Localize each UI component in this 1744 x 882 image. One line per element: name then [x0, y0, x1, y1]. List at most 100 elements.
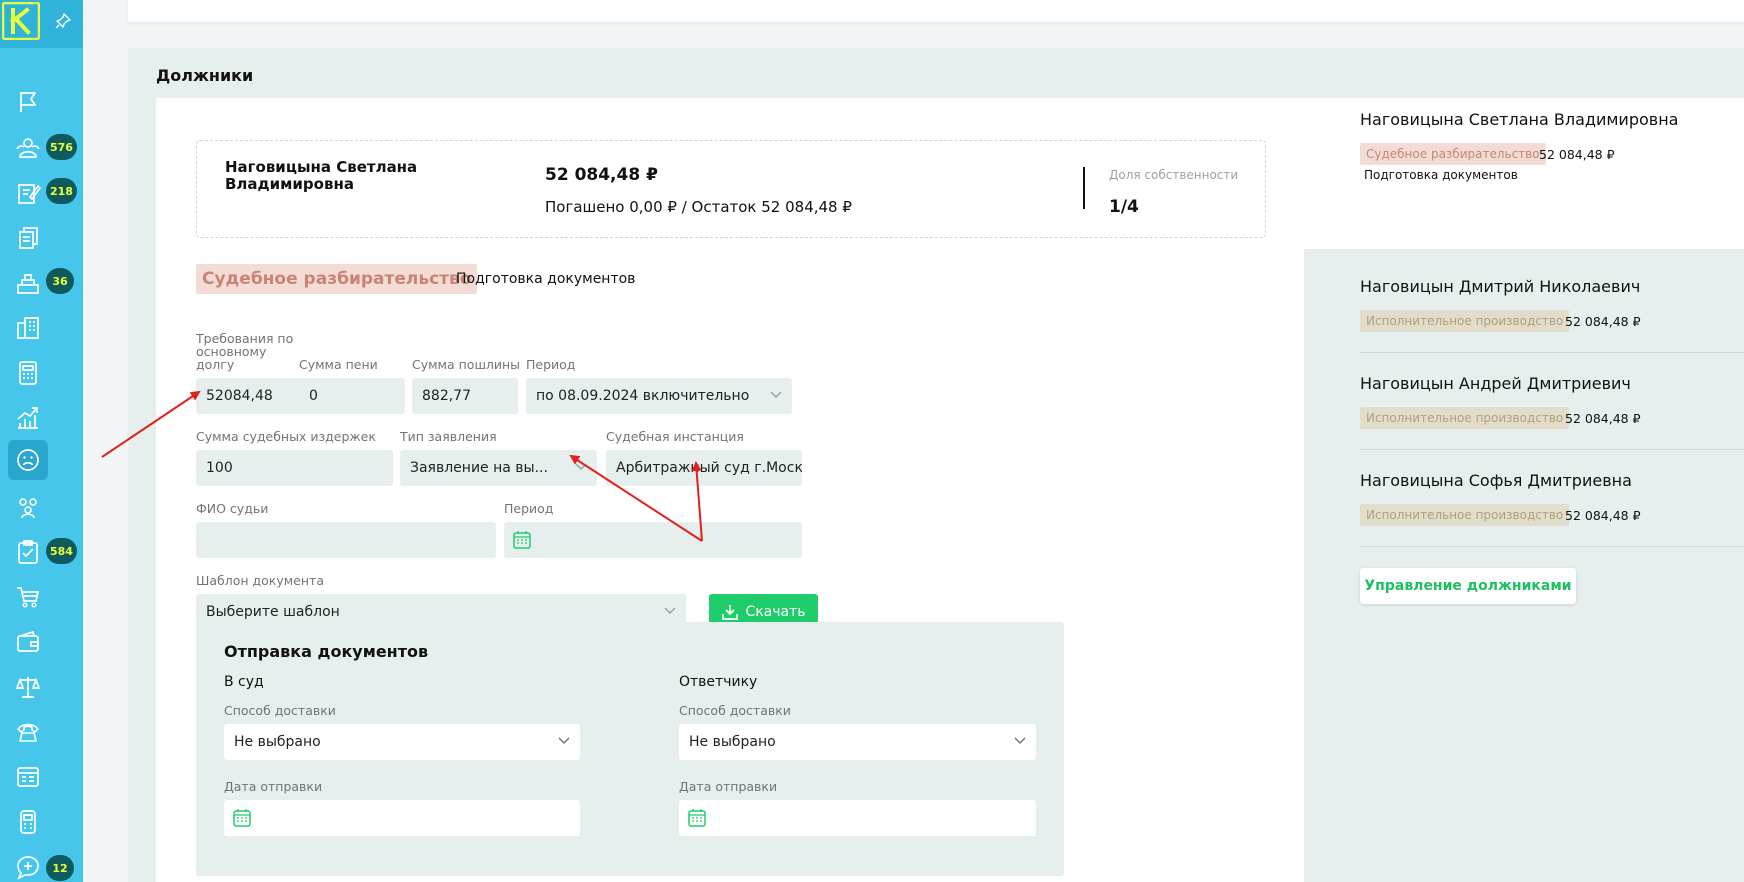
download-icon — [722, 605, 739, 620]
defendant-date-input[interactable] — [679, 800, 1036, 836]
calendar-icon[interactable] — [232, 808, 252, 828]
calendar-icon[interactable] — [512, 530, 532, 550]
sad-face-icon — [17, 449, 39, 471]
court-delivery-value: Не выбрано — [234, 734, 321, 750]
documents-icon — [19, 227, 38, 249]
debtor-list-name[interactable]: Наговицына Софья Дмитриевна — [1360, 471, 1632, 490]
defendant-column-title: Ответчику — [679, 674, 758, 690]
debtor-summary: Наговицына Светлана Владимировна 52 084,… — [196, 140, 1266, 238]
nav-calculator[interactable] — [8, 353, 48, 393]
judge-label: ФИО судьи — [196, 501, 269, 516]
period-label: Период — [526, 357, 576, 372]
debtor-list-tag: Судебное разбирательство — [1360, 143, 1546, 165]
period2-date-input[interactable] — [504, 522, 802, 558]
period-select[interactable]: по 08.09.2024 включительно — [526, 378, 792, 414]
sending-title: Отправка документов — [224, 642, 429, 661]
nav-building[interactable] — [8, 308, 48, 348]
badge-edit-document: 218 — [46, 178, 77, 204]
flag-icon — [20, 92, 36, 112]
claim-type-select[interactable]: Заявление на вы... — [400, 450, 597, 486]
defendant-delivery-select[interactable]: Не выбрано — [679, 724, 1036, 760]
building-icon — [17, 317, 39, 339]
court-date-input[interactable] — [224, 800, 580, 836]
chart-growth-icon — [17, 407, 38, 429]
debtor-list-sum: 52 084,48 ₽ — [1539, 147, 1615, 162]
debtor-list-tag: Исполнительное производство — [1360, 407, 1570, 429]
debtor-list-name[interactable]: Наговицын Андрей Дмитриевич — [1360, 374, 1631, 393]
penalty-input[interactable]: 0 — [299, 378, 405, 414]
download-button-label: Скачать — [745, 604, 806, 620]
court-date-label: Дата отправки — [224, 779, 323, 794]
badge-inbox-tray: 36 — [46, 268, 74, 294]
period2-label: Период — [504, 501, 554, 516]
edit-document-icon — [18, 184, 41, 204]
nav-chat-add[interactable] — [8, 847, 48, 882]
pin-icon[interactable] — [54, 12, 72, 30]
badge-users-group: 576 — [46, 134, 77, 160]
calculator-icon — [19, 361, 37, 385]
costs-input[interactable]: 100 — [196, 450, 393, 486]
nav-documents[interactable] — [8, 218, 48, 258]
top-card — [128, 0, 1744, 22]
nav-chart-growth[interactable] — [8, 398, 48, 438]
list-divider — [1360, 449, 1744, 450]
manage-debtors-button[interactable]: Управление должниками — [1360, 568, 1576, 604]
summary-divider — [1083, 167, 1085, 209]
fee-label: Сумма пошлины — [412, 357, 521, 372]
nav-edit-document[interactable] — [8, 173, 48, 213]
main-debt-input[interactable]: 52084,48 — [196, 378, 302, 414]
app-logo[interactable] — [2, 2, 40, 40]
nav-checklist[interactable] — [8, 532, 48, 572]
logo-area — [0, 0, 83, 48]
template-select-value: Выберите шаблон — [206, 604, 340, 620]
checklist-icon — [18, 540, 38, 564]
phone-icon — [17, 723, 39, 742]
list-divider — [1360, 352, 1744, 353]
period-select-value: по 08.09.2024 включительно — [536, 388, 750, 404]
chat-add-icon — [17, 856, 39, 880]
debtor-list-tag: Исполнительное производство — [1360, 504, 1570, 526]
costs-label: Сумма судебных издержек — [196, 429, 376, 444]
badge-chat-add: 12 — [46, 855, 74, 881]
court-delivery-select[interactable]: Не выбрано — [224, 724, 580, 760]
penalty-label: Сумма пени — [299, 357, 378, 372]
nav-users-group[interactable] — [8, 128, 48, 168]
debtor-list-name: Наговицын Дмитрий Николаевич — [1360, 277, 1641, 296]
inbox-tray-icon — [17, 274, 39, 294]
wallet-icon — [17, 630, 39, 652]
nav-device[interactable] — [8, 802, 48, 842]
badge-checklist: 584 — [46, 538, 77, 564]
nav-inbox-tray[interactable] — [8, 263, 48, 303]
defendant-delivery-value: Не выбрано — [689, 734, 776, 750]
debtor-list-item[interactable]: Наговицына Светлана Владимировна Судебно… — [1304, 98, 1744, 249]
court-input[interactable]: Арбитражный суд г.Моск — [606, 450, 802, 486]
judge-input[interactable] — [196, 522, 496, 558]
main-debt-label: Требования по основному долгу — [196, 331, 294, 372]
nav-phone[interactable] — [8, 712, 48, 752]
debtors-list: Наговицына Светлана Владимировна Судебно… — [1304, 98, 1744, 882]
court-label: Судебная инстанция — [606, 429, 744, 444]
calendar-icon[interactable] — [687, 808, 707, 828]
nav-cart[interactable] — [8, 577, 48, 617]
nav-team[interactable] — [8, 487, 48, 527]
team-icon — [19, 498, 37, 519]
fee-input[interactable]: 882,77 — [412, 378, 518, 414]
debtors-section: Должники Наговицына Светлана Владимировн… — [128, 48, 1744, 882]
court-delivery-label: Способ доставки — [224, 703, 336, 718]
chevron-down-icon — [1014, 737, 1026, 745]
stage-substatus: Подготовка документов — [456, 271, 636, 287]
debt-amount: 52 084,48 ₽ — [545, 165, 658, 185]
scales-icon — [15, 677, 41, 698]
debtor-list-sum: 52 084,48 ₽ — [1565, 508, 1641, 523]
nav-sad-face[interactable] — [8, 440, 48, 480]
chevron-down-icon — [770, 391, 782, 399]
nav-calendar-board[interactable] — [8, 757, 48, 797]
nav-scales[interactable] — [8, 667, 48, 707]
debtor-list-substatus: Подготовка документов — [1364, 168, 1518, 182]
nav-wallet[interactable] — [8, 622, 48, 662]
debtor-list-tag: Исполнительное производство — [1360, 310, 1570, 332]
nav-flag[interactable] — [8, 82, 48, 122]
debtor-detail-panel: Наговицына Светлана Владимировна 52 084,… — [156, 98, 1304, 882]
debtor-name: Наговицына Светлана Владимировна — [225, 158, 418, 193]
claim-type-label: Тип заявления — [400, 429, 497, 444]
